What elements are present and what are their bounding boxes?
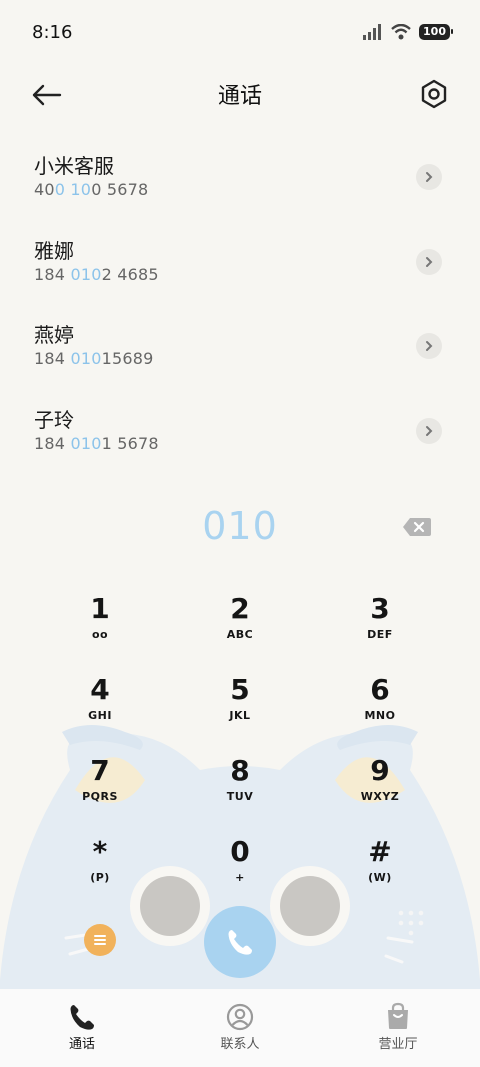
- key-8[interactable]: 8 TUV: [180, 744, 300, 820]
- page-title: 通话: [217, 84, 262, 109]
- key-9[interactable]: 9 WXYZ: [320, 744, 440, 820]
- dial-display: 010: [0, 500, 480, 556]
- wifi-icon: [391, 24, 411, 40]
- key-4[interactable]: 4 GHI: [40, 663, 160, 739]
- status-bar: 8:16 100: [0, 0, 480, 66]
- contact-name: 子玲: [34, 407, 74, 432]
- tab-label: 营业厅: [378, 1037, 418, 1052]
- tab-service-hall[interactable]: 营业厅: [318, 989, 478, 1067]
- key-0[interactable]: 0 +: [180, 825, 300, 901]
- voicemail-icon: oo: [91, 628, 109, 641]
- contact-number: 184 01015689: [34, 349, 154, 368]
- contact-detail-button[interactable]: [416, 164, 442, 190]
- app-header: 通话: [0, 66, 480, 124]
- key-6[interactable]: 6 MNO: [320, 663, 440, 739]
- list-item[interactable]: 燕婷 184 01015689: [0, 307, 480, 392]
- call-button[interactable]: [204, 906, 276, 978]
- search-results-list: 小米客服 400 100 5678 雅娜 184 0102 4685 燕婷 18…: [0, 138, 480, 476]
- chevron-right-icon: [426, 172, 433, 182]
- contact-icon: [226, 1003, 254, 1031]
- list-item[interactable]: 子玲 184 0101 5678: [0, 392, 480, 477]
- list-item[interactable]: 小米客服 400 100 5678: [0, 138, 480, 223]
- dialpad-icon: [398, 910, 424, 936]
- key-hash[interactable]: # (W): [320, 825, 440, 901]
- chevron-right-icon: [426, 256, 433, 267]
- list-item[interactable]: 雅娜 184 0102 4685: [0, 223, 480, 308]
- contact-detail-button[interactable]: [416, 248, 442, 275]
- contact-name: 小米客服: [34, 154, 114, 178]
- key-7[interactable]: 7 PQRS: [40, 744, 160, 820]
- backspace-button[interactable]: [402, 516, 432, 538]
- battery-indicator: 100: [419, 24, 453, 40]
- settings-button[interactable]: [418, 78, 450, 110]
- contact-name: 燕婷: [34, 323, 74, 347]
- contact-number: 184 0102 4685: [34, 264, 159, 284]
- menu-button[interactable]: [84, 924, 116, 956]
- shopping-bag-icon: [388, 1002, 408, 1029]
- tab-contacts[interactable]: 联系人: [160, 989, 320, 1067]
- key-3[interactable]: 3 DEF: [320, 582, 440, 658]
- signal-icon: [363, 24, 382, 40]
- tab-label: 通话: [68, 1037, 95, 1052]
- bottom-tab-bar: 通话 联系人 营业厅: [0, 989, 480, 1067]
- key-1[interactable]: 1 oo: [40, 582, 160, 658]
- contact-detail-button[interactable]: [416, 417, 442, 444]
- contact-number: 184 0101 5678: [34, 433, 159, 453]
- contact-name: 雅娜: [34, 238, 74, 263]
- key-5[interactable]: 5 JKL: [180, 663, 300, 739]
- contact-number: 400 100 5678: [34, 180, 149, 199]
- chevron-right-icon: [426, 341, 433, 351]
- menu-icon: [94, 935, 106, 945]
- chevron-right-icon: [426, 425, 433, 436]
- status-icons: 100: [363, 24, 453, 40]
- phone-icon: [228, 930, 252, 955]
- backspace-icon: [403, 518, 431, 536]
- phone-icon: [70, 1005, 94, 1030]
- contact-detail-button[interactable]: [416, 333, 442, 359]
- key-star[interactable]: * (P): [40, 825, 160, 901]
- status-time: 8:16: [32, 22, 73, 43]
- key-2[interactable]: 2 ABC: [180, 582, 300, 658]
- tab-calls[interactable]: 通话: [2, 989, 162, 1067]
- keypad-toggle-button[interactable]: [396, 908, 426, 938]
- settings-icon: [421, 79, 447, 109]
- tab-label: 联系人: [220, 1037, 260, 1052]
